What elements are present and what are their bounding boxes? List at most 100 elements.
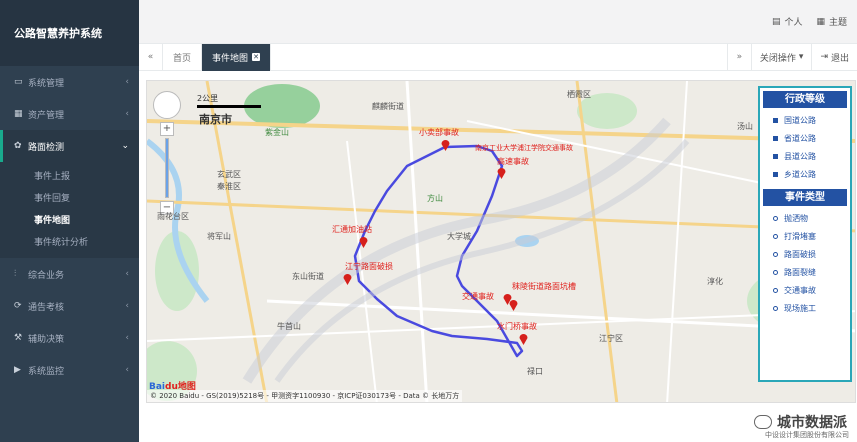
event-pin[interactable]	[359, 236, 368, 248]
close-action-dropdown[interactable]: 关闭操作 ▾	[750, 43, 812, 71]
tab-home[interactable]: 首页	[163, 43, 203, 71]
legend-item[interactable]: 县道公路	[763, 147, 847, 165]
map-label: 麒麟街道	[372, 102, 404, 111]
app-title: 公路智慧养护系统	[0, 0, 139, 66]
top-header: ▤ 个人 ▦ 主题	[139, 0, 857, 44]
chevron-left-icon: ‹	[125, 77, 129, 87]
chevron-left-icon: ‹	[125, 269, 129, 279]
map-label: 秦淮区	[217, 182, 241, 191]
tab-event-map[interactable]: 事件地图 ✕	[202, 43, 272, 71]
legend-event-list: 抛洒物 打滑堵塞 路面破损 路面裂缝 交通事故 现场施工	[763, 209, 847, 317]
legend-item[interactable]: 路面裂缝	[763, 263, 847, 281]
personal-link[interactable]: ▤ 个人	[771, 15, 803, 29]
map-legend: 行政等级 国道公路 省道公路 县道公路 乡道公路 事件类型 抛洒物 打滑堵塞 路…	[758, 86, 852, 382]
tab-scroll-left-button[interactable]: «	[139, 43, 163, 71]
event-pin[interactable]	[497, 167, 506, 179]
event-label: 水门桥事故	[497, 322, 537, 331]
monitor-icon: ▭	[14, 77, 23, 87]
map-label: 玄武区	[217, 170, 241, 179]
event-pin[interactable]	[441, 139, 450, 151]
legend-item[interactable]: 国道公路	[763, 111, 847, 129]
theme-icon: ▦	[816, 16, 825, 27]
square-icon	[773, 135, 778, 141]
circle-icon	[773, 233, 778, 239]
legend-event-title: 事件类型	[763, 189, 847, 206]
square-icon	[773, 171, 778, 177]
map-label: 汤山	[737, 122, 753, 131]
chevron-left-icon: ‹	[125, 333, 129, 343]
zoom-slider[interactable]	[165, 138, 169, 198]
circle-icon	[773, 269, 778, 275]
chevron-left-icon: ‹	[125, 301, 129, 311]
close-tab-icon[interactable]: ✕	[252, 53, 261, 61]
sidebar-item-business[interactable]: ⫶ 综合业务 ‹	[0, 258, 139, 290]
map-label-city: 南京市	[199, 113, 232, 126]
sidebar-item-decision[interactable]: ⚒ 辅助决策 ‹	[0, 322, 139, 354]
map-label: 东山街道	[292, 272, 324, 281]
caret-down-icon: ▾	[798, 52, 804, 62]
circle-icon	[773, 305, 778, 311]
sidebar-item-system[interactable]: ▭ 系统管理 ‹	[0, 66, 139, 98]
map-label: 方山	[427, 194, 443, 203]
video-icon: ▶	[14, 365, 21, 375]
zoom-in-button[interactable]: +	[160, 122, 174, 136]
company-watermark: 中设设计集团股份有限公司	[765, 431, 849, 439]
map-scale: 2公里	[197, 93, 261, 108]
event-label: 江宁路面破损	[345, 262, 393, 271]
legend-item[interactable]: 省道公路	[763, 129, 847, 147]
legend-item[interactable]: 抛洒物	[763, 209, 847, 227]
map-label: 江宁区	[599, 334, 623, 343]
chart-icon: ⫶	[14, 269, 17, 279]
legend-admin-list: 国道公路 省道公路 县道公路 乡道公路	[763, 111, 847, 183]
legend-item[interactable]: 打滑堵塞	[763, 227, 847, 245]
sidebar-subitem-reply[interactable]: 事件回复	[0, 186, 139, 208]
wechat-watermark: 城市数据派	[754, 412, 847, 432]
map-label: 大学城	[447, 232, 471, 241]
legend-item[interactable]: 乡道公路	[763, 165, 847, 183]
legend-admin-title: 行政等级	[763, 91, 847, 108]
gear-icon: ✿	[14, 141, 22, 151]
event-pin[interactable]	[343, 273, 352, 285]
sidebar-subitem-map[interactable]: 事件地图	[0, 208, 139, 230]
circle-icon	[773, 287, 778, 293]
legend-item[interactable]: 交通事故	[763, 281, 847, 299]
circle-icon	[773, 215, 778, 221]
chevron-left-icon: ‹	[125, 365, 129, 375]
map-pan-control[interactable]	[153, 91, 181, 119]
map-label: 牛首山	[277, 322, 301, 331]
event-map[interactable]: + − 2公里 南京市 紫金山 玄武区 秦淮区 雨花台区 江宁区 栖霞区 麒麟街…	[146, 80, 856, 403]
sign-out-icon: ⇥	[820, 52, 828, 62]
event-label: 秣陵街道路面坑槽	[512, 282, 576, 291]
sidebar-subitem-stats[interactable]: 事件统计分析	[0, 230, 139, 252]
map-label: 禄口	[527, 367, 543, 376]
legend-item[interactable]: 现场施工	[763, 299, 847, 317]
sidebar-subitem-report[interactable]: 事件上报	[0, 164, 139, 186]
event-pin[interactable]	[519, 333, 528, 345]
legend-item[interactable]: 路面破损	[763, 245, 847, 263]
exit-button[interactable]: ⇥ 退出	[811, 43, 857, 71]
tab-scroll-right-button[interactable]: »	[726, 43, 751, 71]
chevron-left-icon: ‹	[125, 109, 129, 119]
cubes-icon: ▦	[14, 109, 23, 119]
event-label: 南京工业大学浦江学院交通事故	[475, 144, 573, 152]
wechat-icon	[754, 415, 772, 429]
map-label: 淳化	[707, 277, 723, 286]
map-label: 将军山	[207, 232, 231, 241]
map-label: 紫金山	[265, 128, 289, 137]
sidebar-item-monitor[interactable]: ▶ 系统监控 ‹	[0, 354, 139, 386]
sidebar-item-assessment[interactable]: ⟳ 通告考核 ‹	[0, 290, 139, 322]
map-label: 雨花台区	[157, 212, 189, 221]
theme-link[interactable]: ▦ 主题	[816, 15, 847, 29]
sidebar-menu: ▭ 系统管理 ‹ ▦ 资产管理 ‹ ✿ 路面检测 ⌄ 事件上报 事件回复 事件地…	[0, 66, 139, 386]
chevron-down-icon: ⌄	[121, 141, 129, 151]
map-zoom-control: + −	[153, 91, 181, 215]
sidebar-item-assets[interactable]: ▦ 资产管理 ‹	[0, 98, 139, 130]
sidebar-item-inspection[interactable]: ✿ 路面检测 ⌄	[0, 130, 139, 162]
event-label: 小卖部事故	[419, 128, 459, 137]
id-card-icon: ▤	[771, 16, 781, 27]
refresh-icon: ⟳	[14, 301, 22, 311]
tab-bar: « 首页 事件地图 ✕ » 关闭操作 ▾ ⇥ 退出	[139, 43, 857, 71]
map-label: 栖霞区	[567, 90, 591, 99]
sidebar-submenu: 事件上报 事件回复 事件地图 事件统计分析	[0, 162, 139, 258]
event-pin[interactable]	[509, 299, 518, 311]
